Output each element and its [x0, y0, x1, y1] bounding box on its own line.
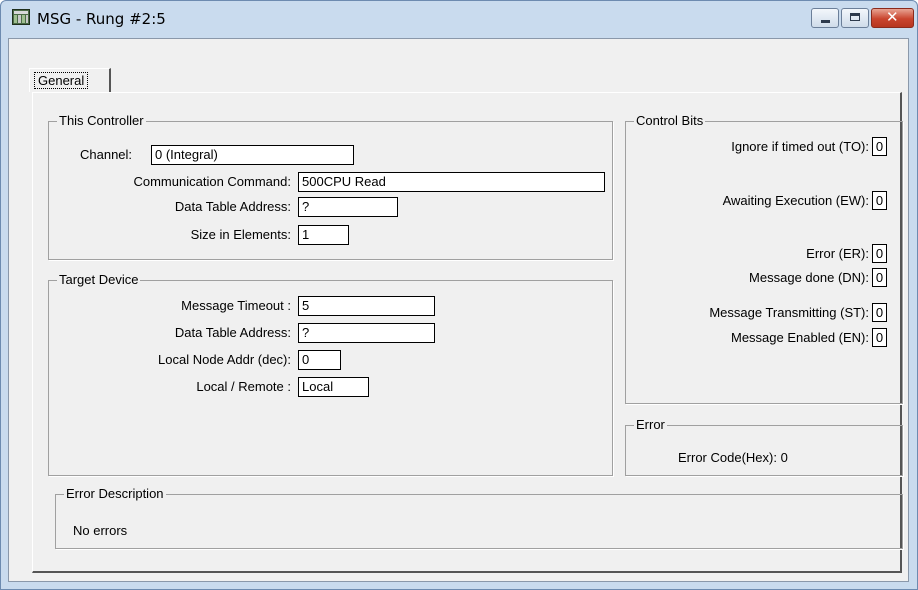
- group-control-bits-title: Control Bits: [634, 113, 706, 129]
- group-this-controller-title: This Controller: [57, 113, 146, 129]
- bit-st-field[interactable]: 0: [872, 303, 887, 322]
- channel-label: Channel:: [80, 147, 133, 162]
- minimize-icon: [821, 20, 830, 23]
- group-target-device: Target Device Message Timeout : 5 Data T…: [48, 272, 613, 476]
- bit-en-label: Message Enabled (EN):: [730, 330, 869, 345]
- maximize-button[interactable]: [841, 8, 869, 28]
- group-control-bits: Control Bits Ignore if timed out (TO): 0…: [625, 113, 903, 404]
- tab-general[interactable]: General: [29, 68, 111, 92]
- bit-ew-label: Awaiting Execution (EW):: [722, 193, 869, 208]
- bit-to-field[interactable]: 0: [872, 137, 887, 156]
- message-timeout-label: Message Timeout :: [181, 298, 291, 313]
- ctrl-data-table-address-label: Data Table Address:: [174, 199, 291, 214]
- tab-general-label: General: [34, 72, 89, 89]
- bit-st-label: Message Transmitting (ST):: [709, 305, 869, 320]
- plc-icon: [12, 9, 30, 25]
- comm-command-field[interactable]: 500CPU Read: [298, 172, 605, 192]
- group-this-controller: This Controller Channel: 0 (Integral) Co…: [48, 113, 613, 260]
- bit-dn-field[interactable]: 0: [872, 268, 887, 287]
- error-code-label: Error Code(Hex): 0: [678, 450, 788, 465]
- local-remote-field[interactable]: Local: [298, 377, 369, 397]
- bit-en-field[interactable]: 0: [872, 328, 887, 347]
- message-timeout-field[interactable]: 5: [298, 296, 435, 316]
- comm-command-label: Communication Command:: [133, 174, 291, 189]
- error-description-text: No errors: [73, 523, 128, 538]
- minimize-button[interactable]: [811, 8, 839, 28]
- local-node-addr-label: Local Node Addr (dec):: [158, 352, 291, 367]
- target-data-table-address-field[interactable]: ?: [298, 323, 435, 343]
- bit-dn-label: Message done (DN):: [749, 270, 869, 285]
- target-data-table-address-label: Data Table Address:: [174, 325, 291, 340]
- channel-field[interactable]: 0 (Integral): [151, 145, 354, 165]
- window-title: MSG - Rung #2:5: [37, 10, 166, 28]
- group-error-description: Error Description No errors: [55, 486, 903, 549]
- size-in-elements-field[interactable]: 1: [298, 225, 349, 245]
- bit-er-label: Error (ER):: [806, 246, 869, 261]
- bit-ew-field[interactable]: 0: [872, 191, 887, 210]
- bit-er-field[interactable]: 0: [872, 244, 887, 263]
- size-in-elements-label: Size in Elements:: [190, 227, 291, 242]
- group-error-title: Error: [634, 417, 667, 433]
- bit-to-label: Ignore if timed out (TO):: [731, 139, 869, 154]
- title-bar[interactable]: MSG - Rung #2:5 ✕: [1, 1, 917, 39]
- close-icon: ✕: [886, 8, 899, 26]
- close-button[interactable]: ✕: [871, 8, 914, 28]
- ctrl-data-table-address-field[interactable]: ?: [298, 197, 398, 217]
- group-error: Error Error Code(Hex): 0: [625, 417, 903, 476]
- group-error-description-title: Error Description: [64, 486, 166, 502]
- local-node-addr-field[interactable]: 0: [298, 350, 341, 370]
- maximize-icon: [850, 13, 860, 21]
- local-remote-label: Local / Remote :: [196, 379, 291, 394]
- group-target-device-title: Target Device: [57, 272, 141, 288]
